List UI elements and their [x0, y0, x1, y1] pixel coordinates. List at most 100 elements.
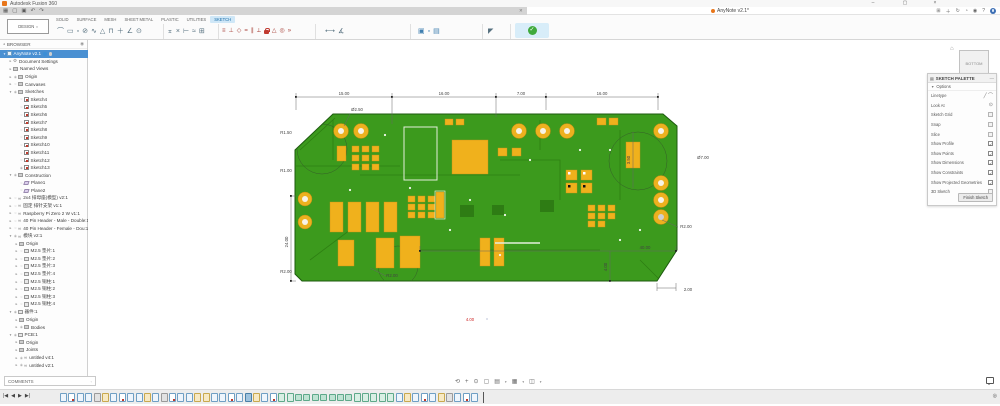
tree-item-18[interactable]: ○Plane2: [0, 187, 88, 195]
timeline-feature-22[interactable]: [245, 393, 252, 402]
timeline-feature-1[interactable]: [68, 393, 75, 402]
timeline-feature-36[interactable]: [362, 393, 369, 402]
tree-item-2[interactable]: ▸Named Views: [0, 65, 88, 73]
insert-tool-icon[interactable]: ▫: [428, 28, 430, 35]
insert-tool-icon[interactable]: ▣: [418, 28, 425, 35]
workspace-selector[interactable]: DESIGN▾: [7, 19, 49, 34]
timeline-feature-16[interactable]: [194, 393, 201, 402]
zoom-icon[interactable]: ⊙: [474, 378, 479, 385]
palette-close-icon[interactable]: —: [990, 76, 994, 81]
tree-item-40[interactable]: ▸◉∞untitled v4:1: [0, 354, 88, 362]
play-icon[interactable]: ▶: [18, 393, 22, 399]
tree-item-5[interactable]: ▾◉Sketches: [0, 88, 88, 96]
tree-item-21[interactable]: ▸○∞Raspberry Pi Zero 2 W v1:1: [0, 209, 88, 217]
timeline-feature-2[interactable]: [77, 393, 84, 402]
restore-button[interactable]: ▢: [898, 0, 912, 6]
tree-item-8[interactable]: ○Sketch6: [0, 111, 88, 119]
modify-tool-icon[interactable]: ⌅: [167, 28, 173, 35]
document-tab[interactable]: [0, 7, 527, 15]
timeline-feature-34[interactable]: [345, 394, 352, 401]
timeline-feature-45[interactable]: [438, 393, 445, 402]
timeline-feature-19[interactable]: [219, 393, 226, 402]
tree-item-6[interactable]: ○Sketch4: [0, 96, 88, 104]
timeline-feature-4[interactable]: [94, 393, 101, 402]
create-tool-icon[interactable]: ∿: [91, 28, 97, 35]
profile-avatar[interactable]: [990, 8, 996, 14]
tree-item-14[interactable]: ○Sketch12: [0, 156, 88, 164]
tree-item-10[interactable]: ○Sketch8: [0, 126, 88, 134]
tree-item-36[interactable]: ▸◉Bodies: [0, 323, 88, 331]
tree-item-35[interactable]: ▸Origin: [0, 316, 88, 324]
finish-sketch-button[interactable]: Finish Sketch: [958, 193, 993, 202]
notifications-icon[interactable]: ◉: [973, 8, 977, 14]
undo-icon[interactable]: ↶: [31, 8, 36, 14]
timeline-feature-35[interactable]: [354, 393, 361, 402]
timeline-feature-41[interactable]: [404, 393, 411, 402]
linetype-icons[interactable]: ╱ ⌒: [984, 92, 993, 99]
collapse-icon[interactable]: ◂: [3, 42, 5, 46]
timeline-feature-15[interactable]: [186, 393, 193, 402]
tree-item-22[interactable]: ▸○∞40 Pin Header - Male - Double:1: [0, 217, 88, 225]
tree-item-28[interactable]: ▸○M2.5 垫片:3: [0, 263, 88, 271]
tree-item-24[interactable]: ▾◉∞模块 v2:1: [0, 232, 88, 240]
dimension-value[interactable]: R2.00: [280, 269, 292, 274]
go-to-start-icon[interactable]: |◀: [3, 393, 8, 399]
palette-row-show-constraints[interactable]: Show Constraints✓: [928, 168, 996, 178]
constraints-tool-icon[interactable]: ⊥: [229, 28, 234, 34]
timeline-feature-44[interactable]: [429, 393, 436, 402]
create-tool-icon[interactable]: ▭: [67, 28, 74, 35]
tree-item-31[interactable]: ▸○M2.5 铜柱:2: [0, 285, 88, 293]
design-canvas[interactable]: 15.0016.007.0016.00Ø2.50R1.50R1.0024.00R…: [89, 40, 1000, 388]
palette-row-show-points[interactable]: Show Points✓: [928, 149, 996, 159]
constraints-tool-icon[interactable]: =: [244, 28, 248, 34]
tree-item-19[interactable]: ▸○∞2x4 排母座(模型) v2:1: [0, 194, 88, 202]
tree-item-38[interactable]: ▸Origin: [0, 339, 88, 347]
timeline-feature-49[interactable]: [471, 393, 478, 402]
palette-row-snap[interactable]: Snap: [928, 120, 996, 130]
tree-item-4[interactable]: ▸○Canvases: [0, 80, 88, 88]
dimension-value[interactable]: R2.00: [680, 224, 692, 229]
palette-row-sketch-grid[interactable]: Sketch Grid: [928, 110, 996, 120]
inspect-tool-icon[interactable]: ∡: [338, 28, 344, 35]
timeline-feature-21[interactable]: [236, 393, 243, 402]
dimension-value[interactable]: R1.00: [280, 168, 292, 173]
tree-item-3[interactable]: ▸◉Origin: [0, 73, 88, 81]
timeline-feature-10[interactable]: [144, 393, 151, 402]
presence-icon[interactable]: ◔: [965, 8, 968, 14]
sketch-palette-header[interactable]: ▤ SKETCH PALETTE —: [928, 74, 996, 83]
timeline-feature-11[interactable]: [152, 393, 159, 402]
app-grid-icon[interactable]: ▦: [3, 8, 8, 14]
tree-item-0[interactable]: ▾AnyNote v2.1: [0, 50, 88, 58]
step-back-icon[interactable]: ◀: [11, 393, 15, 399]
insert-tool-icon[interactable]: ▤: [433, 28, 440, 35]
timeline-feature-8[interactable]: [127, 393, 134, 402]
constraints-tool-icon[interactable]: ◇: [237, 28, 242, 34]
minimize-button[interactable]: –: [866, 0, 880, 6]
checkbox-icon[interactable]: [988, 132, 993, 137]
tab-sheet-metal[interactable]: SHEET METAL: [120, 16, 157, 23]
timeline-feature-0[interactable]: [60, 393, 67, 402]
timeline-feature-47[interactable]: [454, 393, 461, 402]
dimension-value[interactable]: Ø2.50: [351, 107, 363, 112]
dimension-value[interactable]: 16.00: [439, 91, 450, 96]
palette-row-look-at[interactable]: Look At⊙: [928, 101, 996, 111]
timeline-feature-5[interactable]: [102, 393, 109, 402]
viewcube-home-icon[interactable]: ⌂: [950, 46, 954, 52]
timeline-feature-9[interactable]: [136, 393, 143, 402]
tree-item-27[interactable]: ▸○M2.5 垫片:2: [0, 255, 88, 263]
tree-item-26[interactable]: ▸○M2.5 垫片:1: [0, 247, 88, 255]
select-tool-icon[interactable]: ◤: [488, 28, 493, 35]
tree-item-15[interactable]: ◉Sketch13: [0, 164, 88, 172]
fix-lock-icon[interactable]: [264, 30, 269, 34]
timeline-feature-38[interactable]: [379, 393, 386, 402]
create-tool-icon[interactable]: △: [100, 28, 105, 35]
timeline-options-icon[interactable]: ◎: [993, 393, 997, 399]
dimension-value[interactable]: 15.00: [339, 91, 350, 96]
timeline-feature-26[interactable]: [278, 393, 285, 402]
dimension-value[interactable]: R2.00: [386, 273, 398, 278]
timeline-feature-42[interactable]: [412, 393, 419, 402]
create-tool-icon[interactable]: ▫: [77, 28, 79, 35]
tab-surface[interactable]: SURFACE: [73, 16, 101, 23]
tree-item-16[interactable]: ▾◉Construction: [0, 172, 88, 180]
tab-mesh[interactable]: MESH: [100, 16, 120, 23]
